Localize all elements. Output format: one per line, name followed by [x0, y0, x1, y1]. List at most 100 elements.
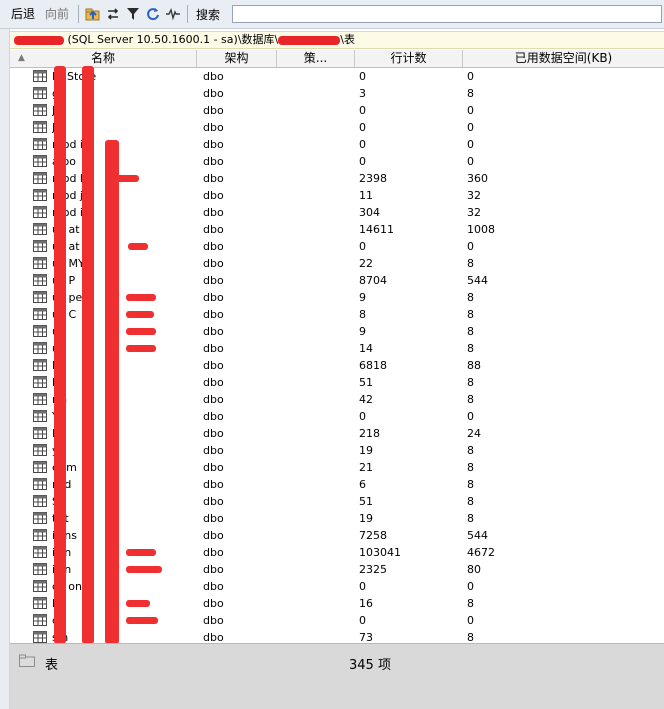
cell-schema: dbo [203, 325, 224, 338]
cell-name: ct [52, 612, 197, 629]
cell-row-count: 2398 [359, 172, 387, 185]
cell-row-count: 3 [359, 87, 366, 100]
back-button[interactable]: 后退 [6, 4, 40, 24]
cell-name: is n [52, 546, 72, 559]
cell-data-space: 0 [467, 240, 474, 253]
cell-name: tr t [52, 512, 69, 525]
cell-row-count: 8704 [359, 274, 387, 287]
cell-row-count: 51 [359, 376, 373, 389]
column-header-name[interactable]: 名称 [10, 50, 197, 67]
table-row[interactable]: Jdbo 0 0 [10, 102, 664, 119]
cell-row-count: 22 [359, 257, 373, 270]
redaction-mark [126, 566, 162, 573]
sync-icon[interactable] [104, 5, 122, 23]
table-icon [33, 189, 47, 201]
cell-row-count: 9 [359, 325, 366, 338]
refresh-icon[interactable] [144, 5, 162, 23]
cell-data-space: 8 [467, 631, 474, 643]
table-icon [33, 223, 47, 235]
cell-name: uc MY [52, 257, 85, 270]
cell-name: Se [52, 493, 197, 510]
table-icon [33, 580, 47, 592]
table-icon [33, 393, 47, 405]
cell-schema: dbo [203, 257, 224, 270]
cell-row-count: 2325 [359, 563, 387, 576]
table-icon [33, 274, 47, 286]
cell-row-count: 11 [359, 189, 373, 202]
table-icon [33, 546, 47, 558]
cell-data-space: 8 [467, 444, 474, 457]
cell-name: uc P [52, 274, 76, 287]
cell-name: is n [52, 563, 72, 576]
cell-schema: dbo [203, 308, 224, 321]
table-icon [33, 291, 47, 303]
folder-up-icon[interactable] [84, 5, 102, 23]
cell-row-count: 103041 [359, 546, 401, 559]
cell-data-space: 8 [467, 376, 474, 389]
cell-schema: dbo [203, 138, 224, 151]
table-row[interactable]: Jdbo 0 0 [10, 119, 664, 136]
table-icon [33, 87, 47, 99]
cell-schema: dbo [203, 189, 224, 202]
forward-button[interactable]: 向前 [40, 4, 74, 24]
toolbar-separator [187, 5, 189, 23]
column-header-policy[interactable]: 策... [277, 50, 355, 67]
cell-name: b [52, 595, 197, 612]
cell-schema: dbo [203, 240, 224, 253]
table-icon [33, 410, 47, 422]
cell-row-count: 14611 [359, 223, 394, 236]
table-icon [33, 444, 47, 456]
table-row[interactable]: godbo 3 8 [10, 85, 664, 102]
cell-name: mod in [52, 206, 90, 219]
column-header-data-space[interactable]: 已用数据空间(KB) [463, 50, 664, 67]
cell-schema: dbo [203, 410, 224, 423]
filter-icon[interactable] [124, 5, 142, 23]
table-icon [33, 359, 47, 371]
cell-name: uc C [52, 308, 77, 321]
cell-data-space: 0 [467, 104, 474, 117]
cell-data-space: 8 [467, 87, 474, 100]
cell-data-space: 4672 [467, 546, 495, 559]
status-label: 表 [45, 658, 59, 673]
cell-name: l [52, 374, 197, 391]
table-icon [33, 172, 47, 184]
table-icon [33, 529, 47, 541]
cell-name: k [52, 357, 197, 374]
cell-data-space: 8 [467, 257, 474, 270]
grid-header: ▲ 名称 架构 策... 行计数 已用数据空间(KB) [10, 50, 664, 68]
column-header-row-count[interactable]: 行计数 [355, 50, 463, 67]
table-icon [33, 206, 47, 218]
table-icon [33, 257, 47, 269]
toolbar-separator [78, 5, 80, 23]
cell-row-count: 0 [359, 155, 366, 168]
table-icon [33, 563, 47, 575]
cell-row-count: 0 [359, 240, 366, 253]
cell-data-space: 32 [467, 189, 481, 202]
cell-name: uc [52, 340, 197, 357]
cell-row-count: 0 [359, 614, 366, 627]
cell-row-count: 0 [359, 410, 366, 423]
cell-data-space: 8 [467, 461, 474, 474]
cell-name: J [52, 102, 197, 119]
table-icon [33, 376, 47, 388]
search-label: 搜索 [196, 7, 221, 22]
table-icon [33, 155, 47, 167]
cell-data-space: 0 [467, 614, 474, 627]
cell-row-count: 19 [359, 444, 373, 457]
cell-row-count: 9 [359, 291, 366, 304]
path-server-info: (SQL Server 10.50.1600.1 - sa)\数据库\ [64, 33, 279, 46]
activity-icon[interactable] [164, 5, 182, 23]
table-row[interactable]: Di Store dbo 0 0 [10, 68, 664, 85]
column-header-schema[interactable]: 架构 [197, 50, 277, 67]
left-edge-strip [0, 29, 10, 709]
cell-name: Di Store [52, 70, 97, 83]
redaction-mark [126, 549, 156, 556]
cell-data-space: 80 [467, 563, 481, 576]
cell-schema: dbo [203, 291, 224, 304]
cell-data-space: 0 [467, 70, 474, 83]
cell-row-count: 42 [359, 393, 373, 406]
cell-schema: dbo [203, 393, 224, 406]
search-input[interactable] [232, 5, 662, 23]
cell-data-space: 0 [467, 580, 474, 593]
cell-data-space: 544 [467, 274, 488, 287]
